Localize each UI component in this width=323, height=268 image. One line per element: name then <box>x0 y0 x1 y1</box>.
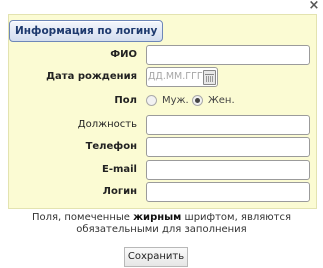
birth-date-row: Дата рождения ДД.ММ.ГГГГ <box>0 67 323 87</box>
position-label: Должность <box>77 119 137 130</box>
gender-radio-male[interactable] <box>146 95 157 106</box>
close-icon[interactable]: × <box>308 0 320 12</box>
form-legend: Информация по логину <box>9 20 164 42</box>
gender-radio-female[interactable] <box>192 95 203 106</box>
gender-female-label: Жен. <box>208 95 235 106</box>
phone-row: Телефон <box>0 137 323 157</box>
calendar-icon[interactable] <box>203 70 216 85</box>
birth-date-label: Дата рождения <box>46 71 137 82</box>
save-button[interactable]: Сохранить <box>124 247 188 267</box>
email-label: E-mail <box>101 164 137 175</box>
note-text-bold: жирным <box>133 212 182 223</box>
fio-input[interactable] <box>146 45 310 65</box>
position-row: Должность <box>0 115 323 135</box>
phone-input[interactable] <box>146 137 310 157</box>
email-row: E-mail <box>0 160 323 180</box>
position-input[interactable] <box>146 115 310 135</box>
phone-label: Телефон <box>85 141 137 152</box>
required-fields-note: Поля, помеченные жирным шрифтом, являютс… <box>0 212 323 236</box>
gender-label: Пол <box>114 95 137 106</box>
email-input[interactable] <box>146 160 310 180</box>
login-label: Логин <box>102 186 137 197</box>
birth-date-placeholder: ДД.ММ.ГГГГ <box>148 71 209 82</box>
note-text-before: Поля, помеченные <box>31 212 134 223</box>
fio-label: ФИО <box>110 49 137 60</box>
fio-row: ФИО <box>0 45 323 65</box>
birth-date-input[interactable]: ДД.ММ.ГГГГ <box>146 67 218 87</box>
gender-row: Пол Муж. Жен. <box>0 91 323 111</box>
login-row: Логин <box>0 182 323 202</box>
login-input[interactable] <box>146 182 310 202</box>
gender-male-label: Муж. <box>162 95 189 106</box>
